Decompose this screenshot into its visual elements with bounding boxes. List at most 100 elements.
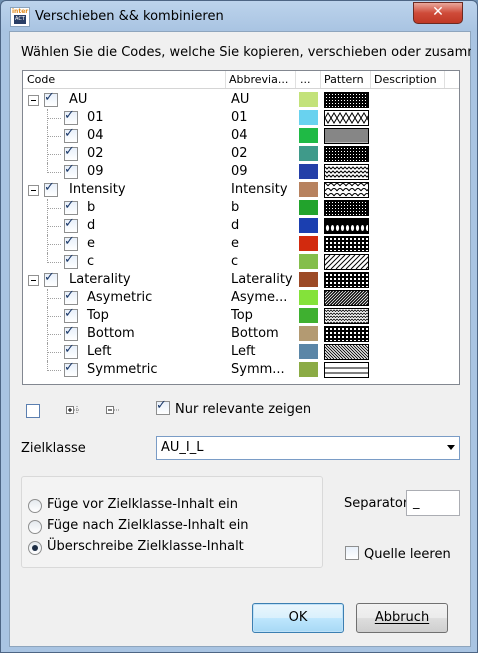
checkbox-square-icon[interactable] xyxy=(26,404,40,418)
pattern-swatch[interactable] xyxy=(310,254,381,270)
title-bar[interactable]: inter ACT Verschieben && kombinieren ✕ xyxy=(1,1,477,31)
pattern-swatch[interactable] xyxy=(321,182,374,202)
tree-row[interactable]: ✓ d d xyxy=(23,216,459,235)
radio-insert-before[interactable] xyxy=(28,499,42,513)
code-checkbox[interactable]: ✓ xyxy=(64,342,78,359)
code-tree[interactable]: Code Abbrevia... ... Pattern Description… xyxy=(22,70,460,385)
ok-button[interactable]: OK xyxy=(252,603,344,633)
code-checkbox[interactable]: ✓ xyxy=(64,162,78,179)
tree-row[interactable]: ✓ b b xyxy=(23,198,459,217)
tree-connector xyxy=(47,253,48,263)
code-name: Asymetric xyxy=(87,290,153,305)
tree-row[interactable]: ✓ Bottom Bottom xyxy=(23,324,459,343)
pattern-swatch[interactable] xyxy=(324,92,369,108)
code-checkbox[interactable]: ✓ xyxy=(64,252,78,269)
code-checkbox[interactable]: ✓ xyxy=(64,360,78,377)
color-swatch[interactable] xyxy=(299,236,318,251)
code-checkbox[interactable]: ✓ xyxy=(64,324,78,341)
tree-row[interactable]: ✓ Symmetric Symm... xyxy=(23,360,459,379)
pattern-swatch[interactable] xyxy=(324,164,370,180)
separator-input[interactable]: _ xyxy=(406,490,460,516)
pattern-swatch[interactable] xyxy=(310,290,380,306)
tree-row[interactable]: ✓ 04 04 xyxy=(23,126,459,145)
color-swatch[interactable] xyxy=(299,218,318,233)
code-checkbox[interactable]: ✓ xyxy=(64,288,78,305)
color-swatch[interactable] xyxy=(299,164,318,179)
color-swatch[interactable] xyxy=(299,362,318,377)
tree-row[interactable]: ✓ Asymetric Asyme... xyxy=(23,288,459,307)
radio-overwrite[interactable] xyxy=(28,541,42,555)
clear-source-checkbox[interactable] xyxy=(345,546,359,560)
tree-row[interactable]: ✓ Top Top xyxy=(23,306,459,325)
pattern-swatch[interactable] xyxy=(324,146,369,162)
color-swatch[interactable] xyxy=(299,326,318,341)
code-checkbox[interactable]: ✓ xyxy=(64,234,78,251)
code-checkbox[interactable]: ✓ xyxy=(44,90,58,107)
color-swatch[interactable] xyxy=(299,182,318,197)
pattern-swatch[interactable] xyxy=(324,200,369,216)
pattern-swatch[interactable] xyxy=(324,272,369,288)
code-checkbox[interactable]: ✓ xyxy=(44,180,58,197)
collapse-node-icon[interactable] xyxy=(28,275,39,286)
tree-row[interactable]: ✓ c c xyxy=(23,252,459,271)
color-swatch[interactable] xyxy=(299,290,318,305)
code-checkbox[interactable]: ✓ xyxy=(64,198,78,215)
code-checkbox[interactable]: ✓ xyxy=(64,144,78,161)
color-swatch[interactable] xyxy=(299,110,318,125)
collapse-node-icon[interactable] xyxy=(28,95,39,106)
radio-insert-before-label[interactable]: Füge vor Zielklasse-Inhalt ein xyxy=(47,497,238,512)
collapse-node-icon[interactable] xyxy=(28,185,39,196)
code-checkbox[interactable]: ✓ xyxy=(64,126,78,143)
code-name: Left xyxy=(87,344,112,359)
column-header-description[interactable]: Description xyxy=(374,73,437,86)
tree-connector xyxy=(47,370,61,371)
tree-row[interactable]: ✓ 09 09 xyxy=(23,162,459,181)
color-swatch[interactable] xyxy=(299,254,318,269)
pattern-swatch[interactable] xyxy=(310,344,380,360)
radio-insert-after-label[interactable]: Füge nach Zielklasse-Inhalt ein xyxy=(47,518,249,533)
tree-row[interactable]: ✓ 01 01 xyxy=(23,108,459,127)
checkmark-icon: ✓ xyxy=(64,252,75,267)
color-swatch[interactable] xyxy=(299,200,318,215)
pattern-swatch[interactable] xyxy=(324,326,369,342)
tree-row[interactable]: ✓ e e xyxy=(23,234,459,253)
tree-row[interactable]: ✓ Left Left xyxy=(23,342,459,361)
tree-row[interactable]: ✓ 02 02 xyxy=(23,144,459,163)
tree-group-row[interactable]: ✓ AU AU xyxy=(23,90,459,109)
pattern-swatch[interactable] xyxy=(324,128,369,144)
pattern-swatch[interactable] xyxy=(324,308,371,325)
code-checkbox[interactable]: ✓ xyxy=(44,270,58,287)
tree-group-row[interactable]: ✓ Intensity Intensity xyxy=(23,180,459,202)
only-relevant-checkbox[interactable]: ✓ xyxy=(156,398,170,415)
close-button[interactable]: ✕ xyxy=(413,2,463,24)
column-header-pattern[interactable]: Pattern xyxy=(324,73,364,86)
color-swatch[interactable] xyxy=(299,308,318,323)
target-class-combobox[interactable]: AU_I_L xyxy=(156,436,460,460)
code-abbreviation: 04 xyxy=(231,128,248,143)
clear-source-label[interactable]: Quelle leeren xyxy=(364,547,451,562)
color-swatch[interactable] xyxy=(299,272,318,287)
column-header-color[interactable]: ... xyxy=(300,73,311,86)
collapse-all-icon[interactable] xyxy=(106,404,120,416)
color-swatch[interactable] xyxy=(299,128,318,143)
code-checkbox[interactable]: ✓ xyxy=(64,216,78,233)
color-swatch[interactable] xyxy=(299,344,318,359)
radio-insert-after[interactable] xyxy=(28,520,42,534)
radio-overwrite-label[interactable]: Überschreibe Zielklasse-Inhalt xyxy=(47,539,244,554)
column-header-abbreviation[interactable]: Abbrevia... xyxy=(229,73,293,86)
code-abbreviation: Left xyxy=(231,344,256,359)
tree-group-row[interactable]: ✓ Laterality Laterality xyxy=(23,270,459,289)
code-checkbox[interactable]: ✓ xyxy=(64,306,78,323)
pattern-swatch[interactable] xyxy=(324,236,369,252)
color-swatch[interactable] xyxy=(299,92,318,107)
color-swatch[interactable] xyxy=(299,146,318,161)
tree-connector xyxy=(47,262,61,263)
cancel-button[interactable]: Abbruch xyxy=(356,603,448,633)
pattern-swatch[interactable] xyxy=(324,218,370,234)
expand-all-icon[interactable] xyxy=(66,404,80,416)
chevron-down-icon[interactable] xyxy=(447,445,455,450)
code-checkbox[interactable]: ✓ xyxy=(64,108,78,125)
pattern-swatch[interactable] xyxy=(324,362,369,378)
column-header-code[interactable]: Code xyxy=(27,73,55,86)
pattern-swatch[interactable] xyxy=(324,110,374,126)
